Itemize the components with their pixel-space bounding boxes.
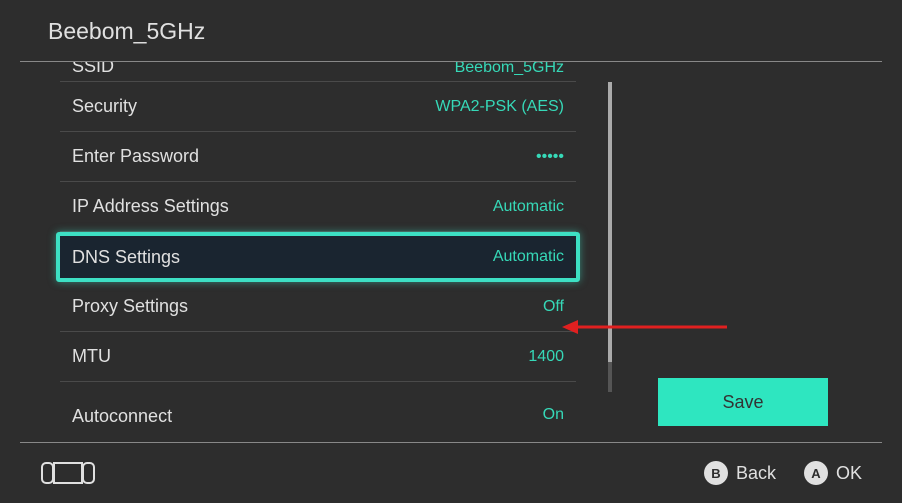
setting-value-password: ••••• [536, 148, 564, 166]
setting-label-ip: IP Address Settings [72, 196, 229, 217]
ok-label: OK [836, 463, 862, 484]
setting-row-security[interactable]: Security WPA2-PSK (AES) [60, 82, 576, 132]
setting-row-password[interactable]: Enter Password ••••• [60, 132, 576, 182]
scrollbar-thumb[interactable] [608, 82, 612, 362]
back-button[interactable]: B Back [704, 461, 776, 485]
back-label: Back [736, 463, 776, 484]
setting-row-ssid[interactable]: SSID Beebom_5GHz [60, 62, 576, 82]
header: Beebom_5GHz [0, 0, 902, 61]
setting-value-ip: Automatic [493, 198, 564, 216]
a-button-icon: A [804, 461, 828, 485]
scrollbar-track[interactable] [608, 82, 612, 392]
setting-row-ip[interactable]: IP Address Settings Automatic [60, 182, 576, 232]
setting-value-mtu: 1400 [528, 348, 564, 366]
setting-label-ssid: SSID [72, 62, 114, 77]
setting-row-proxy[interactable]: Proxy Settings Off [60, 282, 576, 332]
setting-row-dns[interactable]: DNS Settings Automatic [56, 232, 580, 282]
setting-label-mtu: MTU [72, 346, 111, 367]
page-title: Beebom_5GHz [48, 18, 854, 45]
setting-row-mtu[interactable]: MTU 1400 [60, 332, 576, 382]
footer-buttons: B Back A OK [704, 461, 862, 485]
ok-button[interactable]: A OK [804, 461, 862, 485]
content-area: SSID Beebom_5GHz Security WPA2-PSK (AES)… [0, 62, 902, 442]
setting-value-proxy: Off [543, 298, 564, 316]
setting-value-ssid: Beebom_5GHz [455, 62, 564, 77]
setting-value-autoconnect: On [543, 406, 564, 424]
console-icon [40, 459, 96, 487]
setting-value-security: WPA2-PSK (AES) [435, 98, 564, 116]
setting-label-proxy: Proxy Settings [72, 296, 188, 317]
footer: B Back A OK [0, 443, 902, 503]
setting-label-autoconnect: Autoconnect [72, 406, 172, 427]
arrow-annotation-icon [562, 317, 732, 337]
setting-value-dns: Automatic [493, 248, 564, 266]
setting-row-autoconnect[interactable]: Autoconnect On [60, 402, 576, 432]
setting-label-dns: DNS Settings [72, 247, 180, 268]
settings-list: SSID Beebom_5GHz Security WPA2-PSK (AES)… [60, 62, 576, 432]
save-button[interactable]: Save [658, 378, 828, 426]
setting-label-password: Enter Password [72, 146, 199, 167]
setting-label-security: Security [72, 96, 137, 117]
b-button-icon: B [704, 461, 728, 485]
